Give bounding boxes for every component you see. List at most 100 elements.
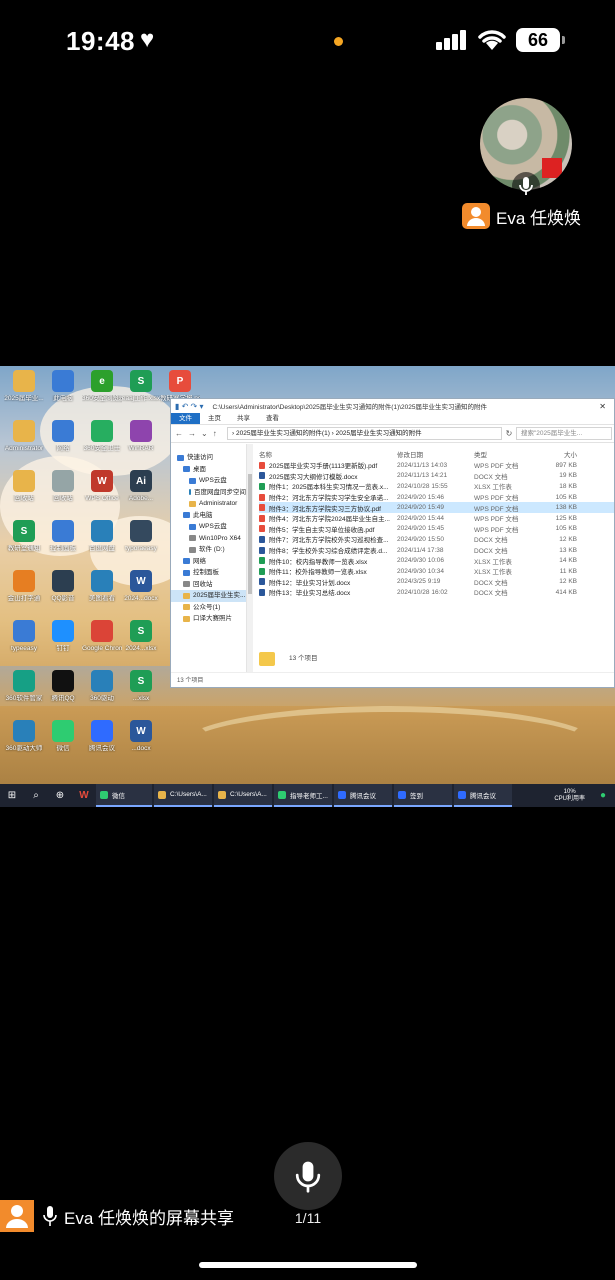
desktop-icon[interactable]: 360安全卫士 [82, 420, 122, 472]
column-header-date[interactable]: 修改日期 [397, 449, 474, 459]
desktop-icon[interactable]: S 2024...xlsx [121, 620, 161, 672]
desktop-icon[interactable]: Seaaj工作.xlsx [121, 370, 161, 422]
taskbar-app-button[interactable]: 腾讯会议 [454, 784, 512, 807]
file-row[interactable]: 附件7：河北东方学院校外实习巡视检查... 2024/9/20 15:50 DOCX… [259, 534, 614, 545]
ribbon-tab-view[interactable]: 查看 [258, 413, 287, 424]
taskbar-app-button[interactable]: 腾讯会议 [334, 784, 392, 807]
desktop-icon[interactable]: 微信 [43, 720, 83, 772]
nav-item[interactable]: 桌面 [171, 464, 246, 476]
desktop-icon[interactable]: 网络 [43, 420, 83, 472]
file-row[interactable]: 附件4：河北东方学院2024届毕业生自主... 2024/9/20 15:44 WP… [259, 513, 614, 524]
file-row[interactable]: 2025届毕业实习手册(1113更新版).pdf 2024/11/13 14:03… [259, 460, 614, 471]
file-explorer-window[interactable]: ▮ ↶ ↷ ▾ C:\Users\Administrator\Desktop\2… [170, 398, 615, 688]
desktop-icon[interactable]: 百度网盘 [82, 520, 122, 572]
taskbar-app-button[interactable]: 签到 [394, 784, 452, 807]
nav-item[interactable]: Administrator [171, 498, 246, 510]
desktop-icon[interactable]: 腾讯会议 [82, 720, 122, 772]
file-row[interactable]: 附件2：河北东方学院实习学生安全承诺... 2024/9/20 15:46 WPS … [259, 492, 614, 503]
shared-screen[interactable]: 2025届毕业...此电脑e360安全浏览器Seaaj工作.xlsxP教研室学报… [0, 366, 615, 807]
file-row[interactable]: 2025届实习大纲修订模版.docx 2024/11/13 14:21 DOCX 文… [259, 471, 614, 482]
desktop-icon-label: 2024...docx [124, 595, 158, 602]
nav-item[interactable]: 软件 (D:) [171, 544, 246, 556]
app-icon [130, 420, 152, 442]
desktop-icon[interactable]: W 2024...docx [121, 570, 161, 622]
ribbon-tab-home[interactable]: 主页 [200, 413, 229, 424]
desktop-icon[interactable]: 美图看看 [82, 570, 122, 622]
file-row[interactable]: 附件1：2025届本科生实习情况一览表.x... 2024/10/28 15:55… [259, 481, 614, 492]
desktop-icon[interactable]: 360软件管家 [4, 670, 44, 722]
desktop-icon[interactable]: W WPS Office [82, 470, 122, 522]
cpu-usage-widget[interactable]: 10% CPU利用率 [548, 789, 591, 803]
search-icon[interactable]: ⌕ [24, 784, 48, 807]
close-icon[interactable]: ✕ [599, 402, 606, 411]
zoom-search-icon[interactable]: ⊕ [48, 784, 72, 807]
nav-item[interactable]: WPS云盘 [171, 521, 246, 533]
desktop-icon[interactable]: S 教研室通知 [4, 520, 44, 572]
column-header-size[interactable]: 大小 [537, 449, 577, 459]
file-row[interactable]: 附件11：校外指导教师一览表.xlsx 2024/9/30 10:34 XLSX 工… [259, 566, 614, 577]
file-row[interactable]: 附件8：学生校外实习综合成绩评定表.d... 2024/11/4 17:38 DOC… [259, 545, 614, 556]
file-row[interactable]: 附件5：学生自主实习单位接收函.pdf 2024/9/20 15:45 WPS PD… [259, 524, 614, 535]
desktop-icon[interactable]: 金山打字通 [4, 570, 44, 622]
nav-item[interactable]: 百度网盘同步空间 [171, 487, 246, 499]
file-size: 19 KB [559, 472, 577, 480]
tray-icon[interactable]: ● [591, 784, 615, 807]
file-date: 2024/9/20 15:44 [397, 514, 444, 522]
app-icon: W [130, 570, 152, 592]
desktop-icon[interactable]: 腾讯QQ [43, 670, 83, 722]
desktop-icon[interactable]: QQ影音 [43, 570, 83, 622]
home-indicator[interactable] [199, 1262, 417, 1268]
nav-item[interactable]: 2025届毕业生实... [171, 590, 246, 602]
nav-item[interactable]: 回收站 [171, 579, 246, 591]
quick-access-toolbar-icon[interactable]: ▮ ↶ ↷ ▾ [175, 402, 204, 411]
nav-item[interactable]: 控制面板 [171, 567, 246, 579]
desktop-icon[interactable]: 钉钉 [43, 620, 83, 672]
desktop-icon[interactable]: Ai Adobe... [121, 470, 161, 522]
nav-item[interactable]: Win10Pro X64 [171, 533, 246, 545]
desktop-icon[interactable]: Administrator [4, 420, 44, 472]
file-row[interactable]: 附件13：毕业实习总结.docx 2024/10/28 16:02 DOCX 文档 4… [259, 587, 614, 598]
desktop-icon[interactable]: 回收站 [43, 470, 83, 522]
ribbon-tab-file[interactable]: 文件 [171, 413, 200, 424]
windows-taskbar: ⊞ ⌕ ⊕ W 微信 C:\Users\A... C:\Users\A... 指导老师… [0, 784, 615, 807]
desktop-icon[interactable]: e 360安全浏览器 [82, 370, 122, 422]
desktop-icon[interactable]: 2025届毕业... [4, 370, 44, 422]
app-icon: W [91, 470, 113, 492]
desktop-icon[interactable]: typoraeasy [121, 520, 161, 572]
taskbar-app-button[interactable]: 指导老师工... [274, 784, 332, 807]
file-row[interactable]: 附件3：河北东方学院实习三方协议.pdf 2024/9/20 15:49 WPS P… [259, 502, 614, 513]
desktop-icon[interactable]: Google Chrome [82, 620, 122, 672]
nav-item[interactable]: WPS云盘 [171, 475, 246, 487]
desktop-icon[interactable]: W ...docx [121, 720, 161, 772]
search-input[interactable]: 搜索"2025届毕业生... [516, 427, 612, 440]
nav-item[interactable]: 快速访问 [171, 452, 246, 464]
column-header-type[interactable]: 类型 [474, 449, 537, 459]
nav-item[interactable]: 口译大赛照片 [171, 613, 246, 625]
desktop-icon[interactable]: typeeasy [4, 620, 44, 672]
taskbar-app-button[interactable]: 微信 [96, 784, 152, 807]
nav-item[interactable]: 公众号(1) [171, 602, 246, 614]
desktop-icon[interactable]: S ...xlsx [121, 670, 161, 722]
file-name: 附件5：学生自主实习单位接收函.pdf [269, 526, 375, 534]
nav-item[interactable]: 此电脑 [171, 510, 246, 522]
desktop-icon[interactable]: WinRAR [121, 420, 161, 472]
file-row[interactable]: 附件12：毕业实习计划.docx 2024/3/25 9:19 DOCX 文档 12 … [259, 577, 614, 588]
desktop-icon[interactable]: 此电脑 [43, 370, 83, 422]
taskbar-app-button[interactable]: C:\Users\A... [154, 784, 212, 807]
file-row[interactable]: 附件10：校内指导教师一览表.xlsx 2024/9/30 10:06 XLSX 工… [259, 555, 614, 566]
refresh-icon[interactable]: ↻ [502, 429, 516, 438]
ribbon-tab-share[interactable]: 共享 [229, 413, 258, 424]
taskbar-app-button[interactable]: C:\Users\A... [214, 784, 272, 807]
desktop-icon[interactable]: 回收站 [4, 470, 44, 522]
column-header-name[interactable]: 名称 [259, 449, 397, 459]
app-icon [91, 620, 113, 642]
desktop-icon[interactable]: 360驱动 [82, 670, 122, 722]
breadcrumb[interactable]: › 2025届毕业生实习通知的附件(1) › 2025届毕业生实习通知的附件 [227, 427, 502, 440]
desktop-icon[interactable]: 控制面板 [43, 520, 83, 572]
microphone-button[interactable] [274, 1142, 342, 1210]
navigation-arrows-icon[interactable]: ←→⌄↑ [171, 429, 227, 438]
nav-item[interactable]: 网络 [171, 556, 246, 568]
windows-start-icon[interactable]: ⊞ [0, 784, 24, 807]
wps-icon[interactable]: W [72, 784, 96, 807]
desktop-icon[interactable]: 360驱动大师 [4, 720, 44, 772]
